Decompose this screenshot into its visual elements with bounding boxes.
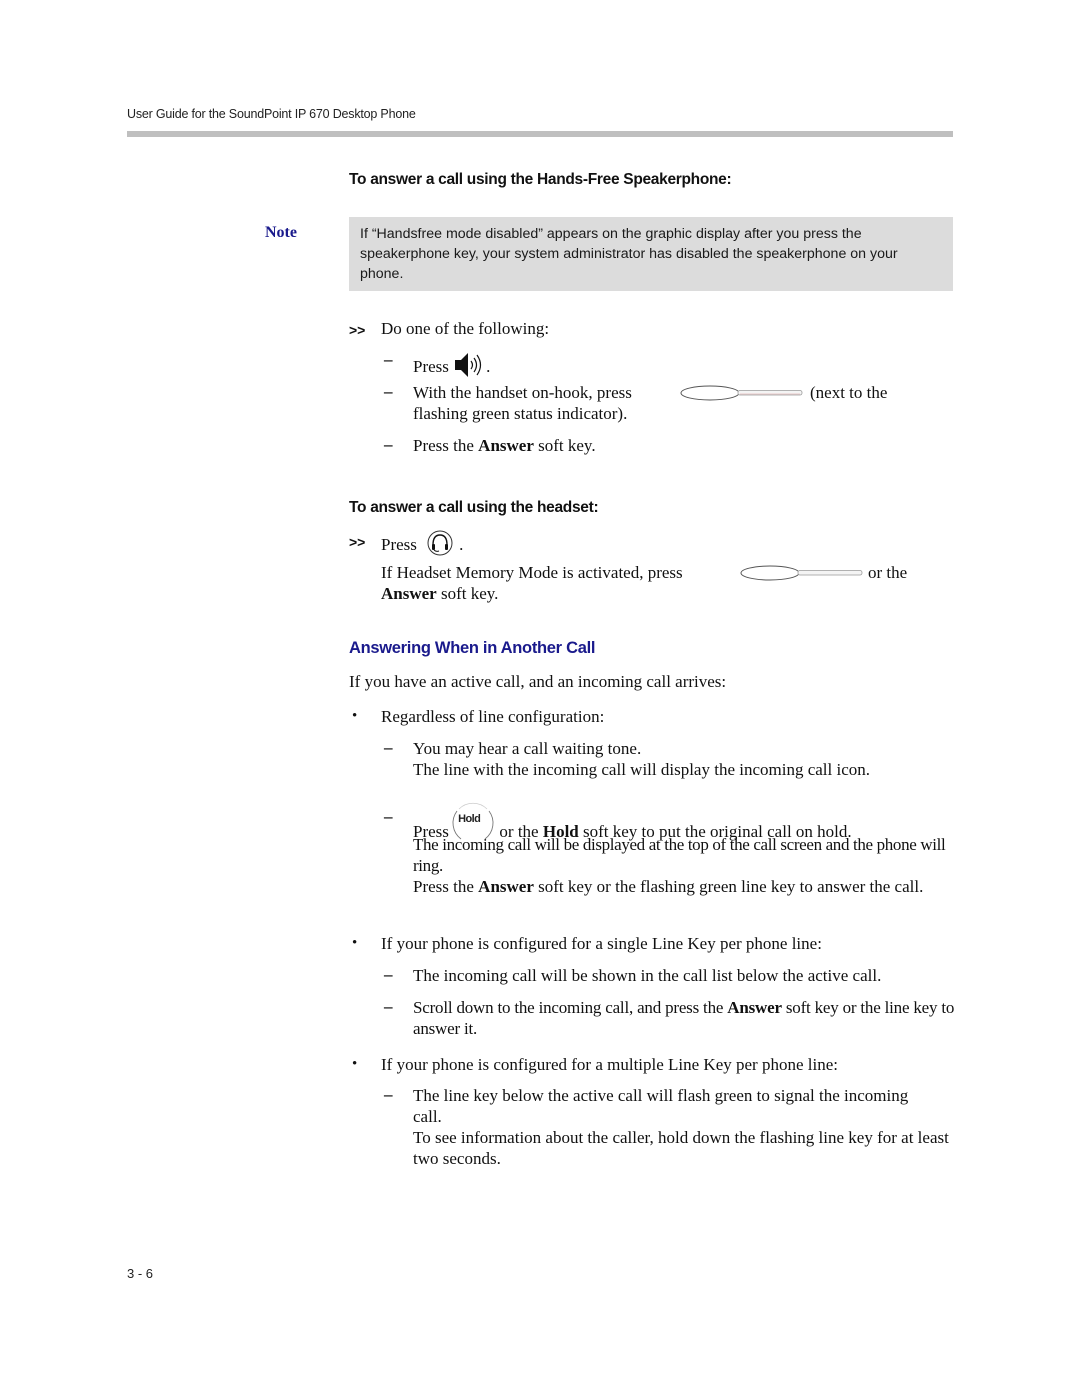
headset-memory-continuation: Answer soft key. [381, 583, 498, 604]
option-line-key-text: With the handset on-hook, press [413, 383, 632, 402]
bullet-marker: • [352, 935, 358, 951]
bullet-marker: • [352, 708, 358, 724]
text: soft key. [533, 436, 596, 455]
text: soft key. [436, 584, 499, 603]
dash-marker: – [384, 1085, 393, 1104]
headset-icon [427, 530, 453, 561]
item-text: Scroll down to the incoming call, and pr… [413, 997, 958, 1039]
hold-key-label: Hold [458, 813, 481, 825]
text: Press the [413, 877, 479, 896]
section-heading: Answering When in Another Call [349, 639, 596, 657]
dash-marker: – [384, 965, 393, 984]
item-paragraph: Press the Answer soft key or the flashin… [413, 876, 958, 897]
bullet-text: If your phone is configured for a multip… [381, 1055, 838, 1074]
dash-marker: – [384, 435, 393, 454]
answer-keyword: Answer [381, 584, 437, 603]
text: . [459, 535, 464, 554]
line-key-icon [740, 565, 864, 586]
answer-keyword: Answer [478, 877, 534, 896]
option-answer-softkey: Press the Answer soft key. [413, 435, 596, 456]
text: soft key or the flashing green line key … [533, 877, 924, 896]
header-rule [127, 131, 953, 137]
text: Press [381, 535, 417, 554]
dash-marker: – [384, 350, 393, 369]
option-text-after: . [486, 357, 491, 376]
procedure-heading-headset: To answer a call using the headset: [349, 499, 599, 516]
step-marker: >> [349, 534, 366, 550]
speaker-icon [454, 350, 486, 385]
headset-memory-text-after: or the [868, 563, 908, 582]
note-text: If “Handsfree mode disabled” appears on … [360, 226, 898, 282]
dash-marker: – [384, 738, 393, 757]
option-speaker: Press . [413, 350, 490, 385]
item-paragraph: To see information about the caller, hol… [413, 1128, 949, 1168]
note-label: Note [265, 224, 297, 241]
page-number: 3 - 6 [127, 1266, 154, 1281]
item-text: The line with the incoming call will dis… [413, 760, 871, 779]
dash-marker: – [384, 382, 393, 401]
headset-step: Press . [381, 530, 463, 561]
option-line-key-continuation: flashing green status indicator). [413, 404, 628, 423]
intro-text: If you have an active call, and an incom… [349, 672, 727, 691]
dash-marker: – [384, 807, 393, 826]
bullet-marker: • [352, 1056, 358, 1072]
answer-keyword: Answer [727, 998, 782, 1017]
step-marker: >> [349, 322, 366, 338]
step-text: Do one of the following: [381, 319, 550, 338]
procedure-heading-speakerphone: To answer a call using the Hands-Free Sp… [349, 171, 732, 188]
option-line-key-text-after: (next to the [810, 383, 888, 402]
text: Press the [413, 436, 479, 455]
bullet-text: Regardless of line configuration: [381, 707, 605, 726]
bullet-text: If your phone is configured for a single… [381, 934, 822, 953]
item-text: You may hear a call waiting tone. [413, 739, 642, 758]
item-text: The incoming call will be shown in the c… [413, 966, 882, 985]
headset-memory-text: If Headset Memory Mode is activated, pre… [381, 563, 683, 582]
item-paragraph: The line key below the active call will … [413, 1086, 909, 1126]
running-header: User Guide for the SoundPoint IP 670 Des… [127, 107, 416, 121]
item-paragraph: The incoming call will be displayed at t… [413, 835, 946, 875]
line-key-icon [680, 385, 804, 406]
answer-keyword: Answer [478, 436, 534, 455]
text: Scroll down to the incoming call, and pr… [413, 998, 728, 1017]
note-box: If “Handsfree mode disabled” appears on … [349, 217, 953, 291]
option-text: Press [413, 357, 449, 376]
dash-marker: – [384, 997, 393, 1016]
